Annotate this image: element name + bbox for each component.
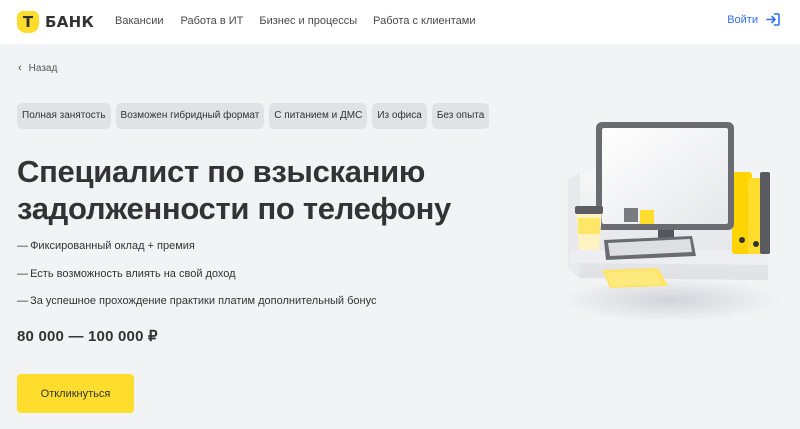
- benefits-list: — Фиксированный оклад + премия — Есть во…: [17, 240, 377, 323]
- benefit-text: Фиксированный оклад + премия: [30, 240, 195, 252]
- chevron-left-icon: ‹: [18, 62, 22, 74]
- salary-range: 80 000 — 100 000 ₽: [17, 328, 158, 345]
- login-label: Войти: [727, 13, 758, 26]
- back-label: Назад: [28, 62, 58, 74]
- top-navigation-bar: Т БАНК Вакансии Работа в ИТ Бизнес и про…: [0, 0, 800, 44]
- tag-full-time: Полная занятость: [17, 103, 111, 129]
- tag-list: Полная занятость Возможен гибридный форм…: [17, 103, 490, 129]
- title-line-2: задолженности по телефону: [17, 191, 451, 226]
- benefit-text: За успешное прохождение практики платим …: [30, 295, 377, 307]
- main-nav: Вакансии Работа в ИТ Бизнес и процессы Р…: [115, 15, 491, 27]
- nav-item-clients[interactable]: Работа с клиентами: [373, 15, 475, 27]
- list-item: — Фиксированный оклад + премия: [17, 240, 195, 252]
- tbank-logo[interactable]: Т БАНК: [17, 11, 94, 33]
- list-item: — За успешное прохождение практики плати…: [17, 295, 377, 307]
- tag-meals-insurance: С питанием и ДМС: [269, 103, 368, 129]
- tag-hybrid: Возможен гибридный формат: [115, 103, 265, 129]
- tag-office: Из офиса: [372, 103, 427, 129]
- page-title: Специалист по взысканию задолженности по…: [17, 153, 487, 227]
- list-item: — Есть возможность влиять на свой доход: [17, 267, 236, 280]
- office-desk-illustration: [560, 122, 780, 322]
- apply-button[interactable]: Откликнуться: [17, 374, 134, 413]
- logo-shield-icon: Т: [17, 11, 39, 33]
- login-link[interactable]: Войти: [727, 13, 780, 26]
- tag-no-experience: Без опыта: [431, 103, 490, 129]
- login-arrow-icon: [766, 13, 780, 26]
- logo-text: БАНК: [45, 13, 95, 31]
- benefit-text: Есть возможность влиять на свой доход: [30, 267, 236, 280]
- logo-letter: Т: [22, 13, 34, 31]
- nav-item-it[interactable]: Работа в ИТ: [181, 15, 244, 27]
- nav-item-vacancies[interactable]: Вакансии: [115, 15, 164, 27]
- back-link[interactable]: ‹ Назад: [18, 62, 57, 74]
- title-line-1: Специалист по взысканию: [17, 154, 426, 189]
- nav-item-business[interactable]: Бизнес и процессы: [259, 15, 357, 27]
